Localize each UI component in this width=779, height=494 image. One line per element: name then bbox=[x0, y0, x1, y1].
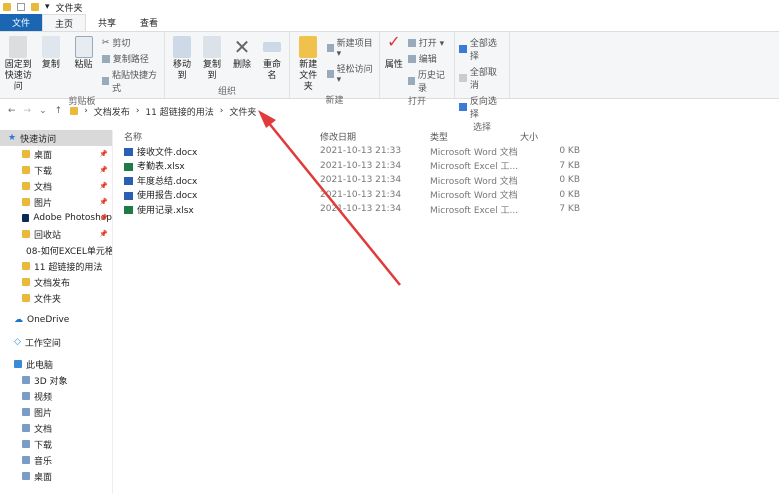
annotation-arrow bbox=[258, 110, 401, 286]
